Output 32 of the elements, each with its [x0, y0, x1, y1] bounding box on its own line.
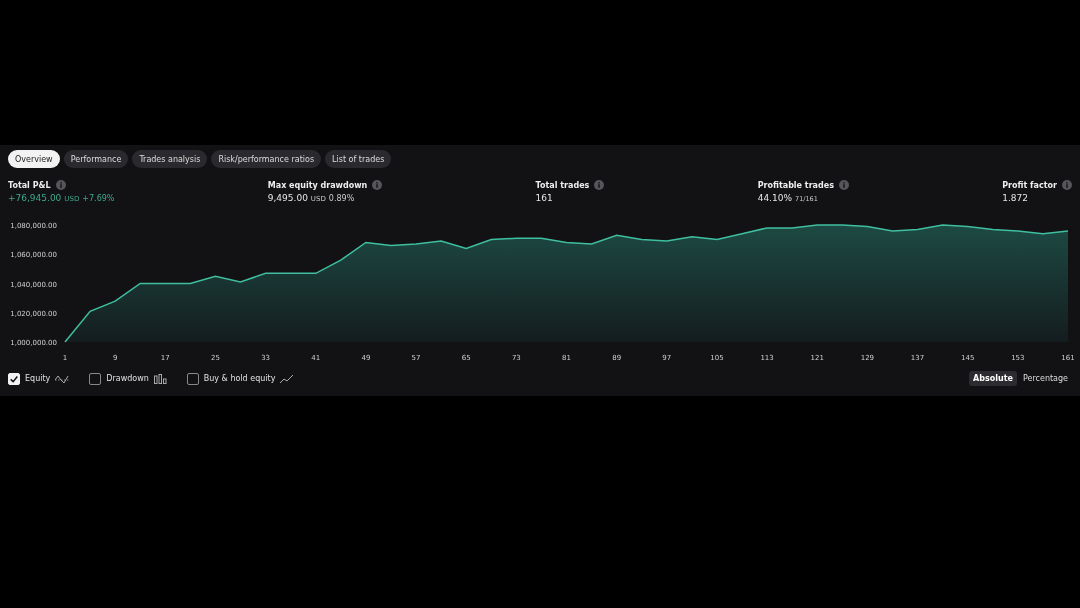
metric-label: Max equity drawdown — [267, 180, 368, 190]
tab[interactable]: List of trades — [325, 150, 392, 168]
info-icon[interactable] — [55, 180, 66, 190]
metric-value: +76,945.00 — [8, 193, 62, 203]
info-icon[interactable] — [1061, 180, 1072, 190]
tab[interactable]: Trades analysis — [132, 150, 208, 168]
bars-icon — [153, 373, 167, 384]
mode-toggle[interactable]: Absolute — [969, 371, 1017, 386]
metric-value: 1.872 — [1002, 193, 1028, 203]
tab[interactable]: Overview — [8, 150, 60, 168]
metric-label: Profit factor — [1002, 180, 1057, 190]
tab[interactable]: Risk/performance ratios — [211, 150, 322, 168]
checkbox[interactable] — [186, 372, 199, 385]
metric-label: Total P&L — [8, 180, 51, 190]
metric-value: 44.10% — [757, 193, 792, 203]
metric-detail: +7.69% — [82, 194, 115, 203]
info-icon[interactable] — [372, 180, 383, 190]
wave-line-icon — [55, 373, 70, 384]
trend-line-icon — [280, 373, 295, 384]
mode-toggle[interactable]: Percentage — [1019, 371, 1072, 386]
info-icon[interactable] — [838, 180, 849, 190]
legend-label: Drawdown — [106, 374, 149, 383]
checkbox[interactable] — [89, 372, 102, 385]
metric-value: 9,495.00 — [267, 193, 308, 203]
metric-value: 161 — [535, 193, 553, 203]
legend-label: Buy & hold equity — [203, 374, 276, 383]
metric-label: Profitable trades — [757, 180, 834, 190]
info-icon[interactable] — [594, 180, 605, 190]
tab[interactable]: Performance — [63, 150, 129, 168]
metric-label: Total trades — [535, 180, 590, 190]
legend-label: Equity — [25, 374, 51, 383]
metric-detail: 0.89% — [328, 194, 355, 203]
